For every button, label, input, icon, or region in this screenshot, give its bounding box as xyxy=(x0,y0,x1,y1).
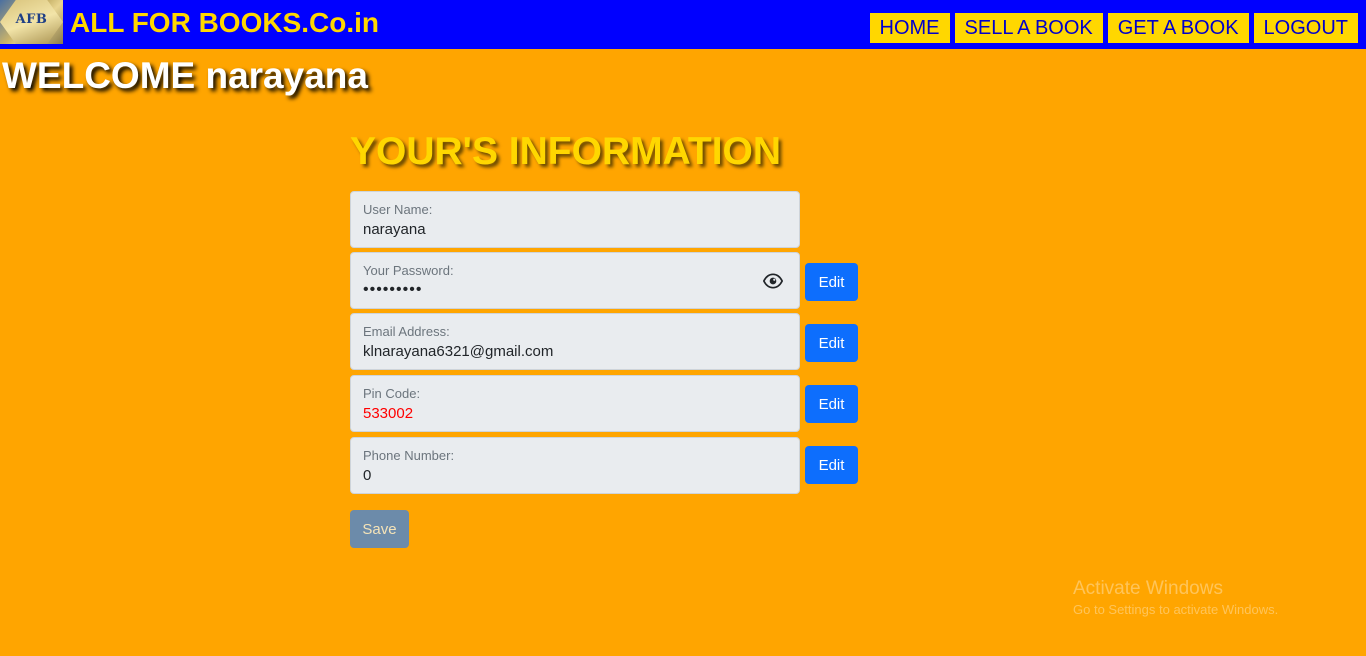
edit-email-button[interactable]: Edit xyxy=(805,324,858,362)
activate-windows-watermark: Activate Windows Go to Settings to activ… xyxy=(1073,578,1278,617)
nav-logout-button[interactable]: LOGOUT xyxy=(1253,13,1358,43)
eye-icon[interactable] xyxy=(763,271,783,291)
nav-get-book-button[interactable]: GET A BOOK xyxy=(1107,13,1249,43)
username-label: User Name: xyxy=(363,202,433,217)
logo-text: AFB xyxy=(15,12,48,27)
phone-label: Phone Number: xyxy=(363,448,455,463)
email-label: Email Address: xyxy=(363,324,450,339)
edit-phone-button[interactable]: Edit xyxy=(805,446,858,484)
welcome-heading: WELCOME narayana xyxy=(2,55,368,96)
email-field[interactable]: Email Address: klnarayana6321@gmail.com xyxy=(350,313,800,370)
nav-menu: HOME SELL A BOOK GET A BOOK LOGOUT xyxy=(869,13,1358,43)
phone-field[interactable]: Phone Number: 0 xyxy=(350,437,800,494)
nav-sell-book-button[interactable]: SELL A BOOK xyxy=(954,13,1103,43)
pincode-field[interactable]: Pin Code: 533002 xyxy=(350,375,800,432)
email-value: klnarayana6321@gmail.com xyxy=(363,343,554,360)
watermark-subtitle: Go to Settings to activate Windows. xyxy=(1073,602,1279,617)
edit-password-button[interactable]: Edit xyxy=(805,263,858,301)
password-value: ••••••••• xyxy=(363,281,423,298)
watermark-title: Activate Windows xyxy=(1073,578,1223,599)
pincode-value: 533002 xyxy=(363,405,414,422)
save-button[interactable]: Save xyxy=(350,510,409,548)
username-field[interactable]: User Name: narayana xyxy=(350,191,800,248)
pincode-label: Pin Code: xyxy=(363,386,421,401)
section-title: YOUR'S INFORMATION xyxy=(350,130,782,173)
password-field[interactable]: Your Password: ••••••••• xyxy=(350,252,800,309)
username-value: narayana xyxy=(363,221,426,238)
password-label: Your Password: xyxy=(363,263,454,278)
phone-value: 0 xyxy=(363,467,372,484)
edit-pincode-button[interactable]: Edit xyxy=(805,385,858,423)
logo[interactable]: AFB xyxy=(0,0,63,44)
brand-title[interactable]: ALL FOR BOOKS.Co.in xyxy=(70,7,379,39)
nav-home-button[interactable]: HOME xyxy=(869,13,950,43)
top-navbar: AFB ALL FOR BOOKS.Co.in HOME SELL A BOOK… xyxy=(0,0,1366,49)
